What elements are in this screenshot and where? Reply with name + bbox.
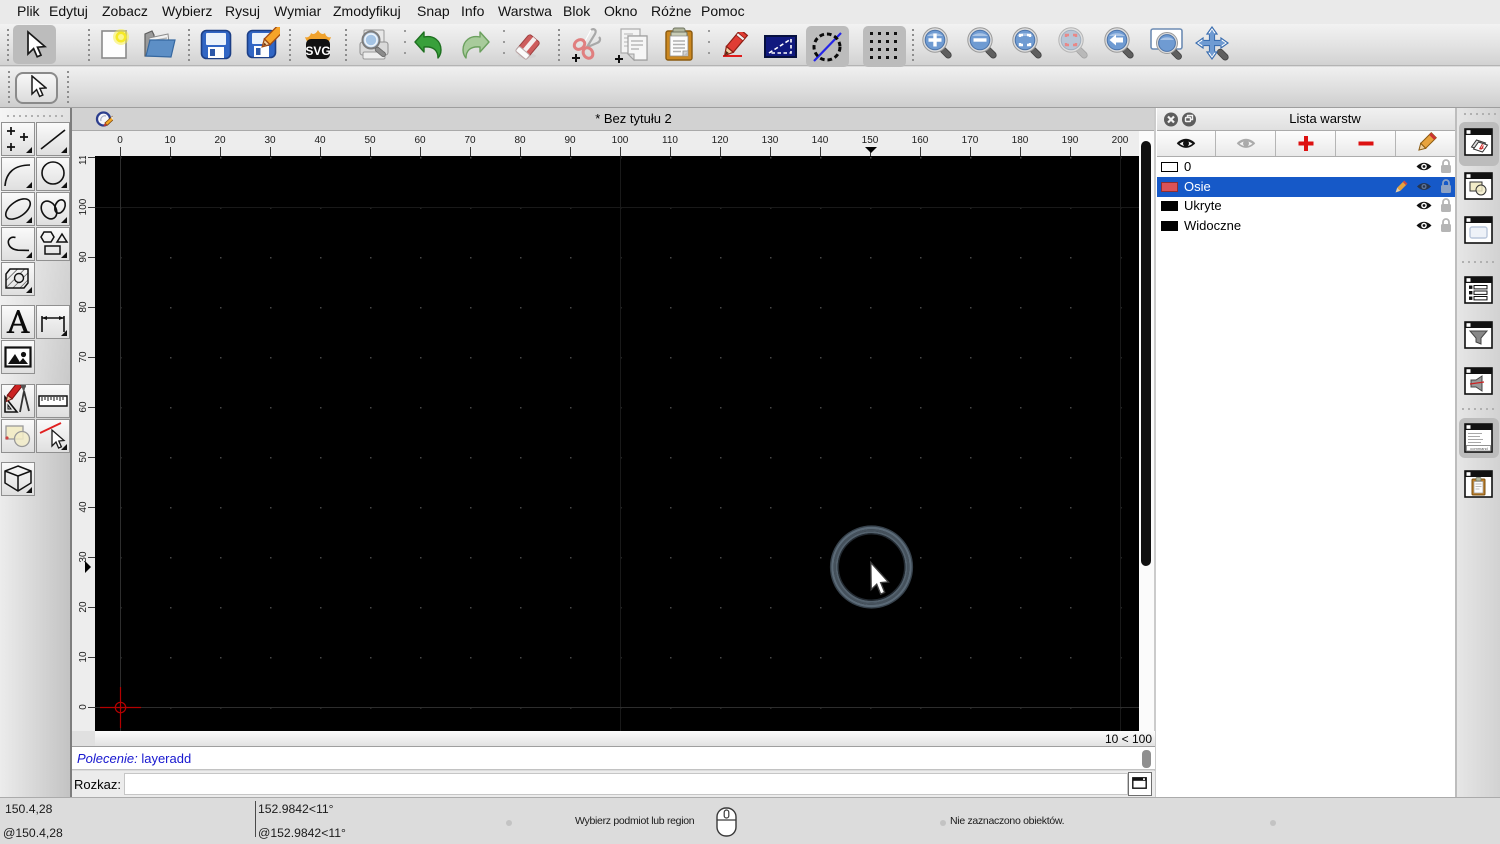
svg-text:160: 160 bbox=[912, 135, 929, 146]
svg-text:0: 0 bbox=[78, 704, 89, 710]
svg-text:20: 20 bbox=[78, 601, 89, 613]
svg-text:190: 190 bbox=[1062, 135, 1079, 146]
svg-text:110: 110 bbox=[662, 135, 678, 146]
svg-text:30: 30 bbox=[264, 135, 276, 146]
svg-text:40: 40 bbox=[314, 135, 326, 146]
svg-text:0: 0 bbox=[117, 135, 123, 146]
svg-text:30: 30 bbox=[78, 551, 89, 563]
svg-text:110: 110 bbox=[78, 156, 89, 165]
svg-text:command: command bbox=[1470, 446, 1488, 451]
svg-text:SVG: SVG bbox=[305, 44, 330, 58]
svg-text:10: 10 bbox=[78, 651, 89, 663]
svg-text:70: 70 bbox=[78, 351, 89, 363]
svg-text:10: 10 bbox=[164, 135, 176, 146]
svg-text:70: 70 bbox=[464, 135, 476, 146]
svg-text:80: 80 bbox=[514, 135, 526, 146]
svg-text:180: 180 bbox=[1012, 135, 1029, 146]
svg-text:120: 120 bbox=[712, 135, 729, 146]
svg-text:90: 90 bbox=[78, 251, 89, 263]
svg-text:130: 130 bbox=[762, 135, 779, 146]
svg-text:100: 100 bbox=[78, 198, 89, 215]
svg-text:140: 140 bbox=[812, 135, 829, 146]
svg-text:80: 80 bbox=[78, 301, 89, 313]
svg-text:90: 90 bbox=[564, 135, 576, 146]
svg-text:40: 40 bbox=[78, 501, 89, 513]
svg-text:50: 50 bbox=[364, 135, 376, 146]
svg-text:20: 20 bbox=[214, 135, 226, 146]
svg-text:200: 200 bbox=[1112, 135, 1129, 146]
svg-text:150: 150 bbox=[862, 135, 879, 146]
svg-text:100: 100 bbox=[612, 135, 629, 146]
svg-text:60: 60 bbox=[78, 401, 89, 413]
svg-text:50: 50 bbox=[78, 451, 89, 463]
svg-text:60: 60 bbox=[414, 135, 426, 146]
svg-text:170: 170 bbox=[962, 135, 979, 146]
